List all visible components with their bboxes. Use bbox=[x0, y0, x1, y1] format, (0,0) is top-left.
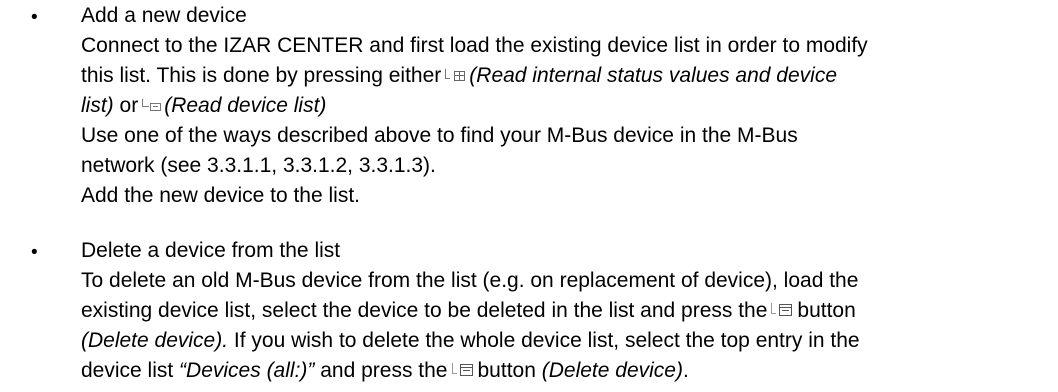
text-segment: or bbox=[119, 94, 139, 117]
delete-device-heading: Delete a device from the list bbox=[81, 239, 341, 262]
text-segment: this list. This is done by pressing eith… bbox=[81, 64, 442, 87]
text-segment: button bbox=[797, 299, 856, 322]
bullet: • bbox=[31, 7, 38, 28]
delete-device-line-2: existing device list, select the device … bbox=[81, 298, 1056, 328]
add-device-line-3: list) or (Read device list) bbox=[81, 93, 1056, 123]
delete-device-line-4: device list “Devices (all:)” and press t… bbox=[81, 358, 1056, 388]
text-segment: list) bbox=[81, 94, 114, 117]
delete-device-line-1: To delete an old M-Bus device from the l… bbox=[81, 269, 859, 292]
text-segment: If you wish to delete the whole device l… bbox=[233, 329, 860, 352]
add-device-line-4: Use one of the ways described above to f… bbox=[81, 124, 798, 147]
text-segment: button bbox=[477, 359, 536, 382]
delete-device-text: Delete a device from the list To delete … bbox=[81, 238, 1056, 388]
add-device-line-6: Add the new device to the list. bbox=[81, 184, 360, 207]
text-segment: “Devices (all:)” bbox=[179, 359, 315, 382]
add-device-line-2: this list. This is done by pressing eith… bbox=[81, 63, 1056, 93]
text-segment: device list bbox=[81, 359, 174, 382]
bullet: • bbox=[31, 242, 38, 263]
text-segment: (Delete device). bbox=[81, 329, 229, 352]
add-device-text: Add a new device Connect to the IZAR CEN… bbox=[81, 3, 1056, 213]
text-segment: . bbox=[682, 359, 689, 382]
text-segment: and press the bbox=[320, 359, 448, 382]
read-device-list-icon bbox=[141, 98, 162, 111]
read-internal-status-icon bbox=[444, 68, 466, 81]
text-segment: existing device list, select the device … bbox=[81, 299, 768, 322]
delete-device-line-3: (Delete device). If you wish to delete t… bbox=[81, 328, 1056, 358]
add-device-heading: Add a new device bbox=[81, 4, 247, 27]
delete-device-icon bbox=[451, 363, 475, 377]
text-segment: (Read device list) bbox=[164, 94, 327, 117]
delete-device-icon bbox=[770, 303, 794, 317]
text-segment: (Delete device) bbox=[541, 359, 683, 382]
add-device-line-1: Connect to the IZAR CENTER and first loa… bbox=[81, 34, 868, 57]
text-segment: (Read internal status values and device bbox=[469, 64, 837, 87]
document-page: • Add a new device Connect to the IZAR C… bbox=[0, 0, 1058, 392]
add-device-line-5: network (see 3.3.1.1, 3.3.1.2, 3.3.1.3). bbox=[81, 154, 436, 177]
